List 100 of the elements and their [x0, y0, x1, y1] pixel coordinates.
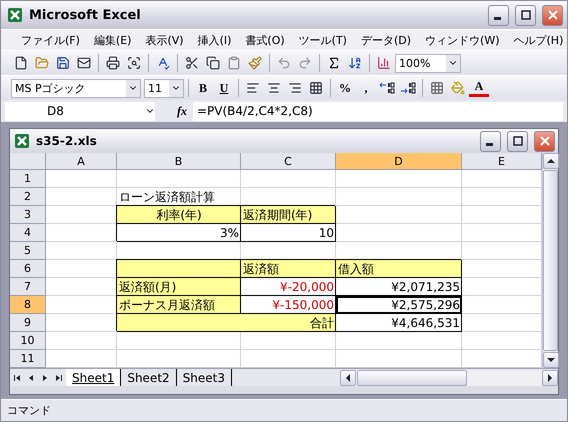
column-header[interactable]: C — [241, 153, 336, 170]
table-cell[interactable] — [462, 278, 542, 296]
table-cell[interactable] — [462, 296, 542, 314]
table-cell[interactable]: ¥-20,000 — [241, 278, 336, 296]
row-header[interactable]: 7 — [10, 278, 46, 296]
row-header[interactable]: 5 — [10, 242, 46, 260]
name-box[interactable]: D8 — [5, 102, 155, 120]
table-cell[interactable] — [462, 332, 542, 350]
horizontal-scrollbar[interactable] — [340, 370, 558, 386]
menu-item[interactable]: 書式(O) — [239, 30, 291, 50]
table-cell[interactable] — [462, 224, 542, 242]
table-cell[interactable] — [46, 206, 117, 224]
table-cell[interactable] — [46, 188, 117, 206]
row-header[interactable]: 3 — [10, 206, 46, 224]
zoom-dropdown[interactable]: 100% — [395, 54, 461, 72]
table-cell[interactable] — [46, 260, 117, 278]
table-cell[interactable] — [46, 314, 117, 332]
menu-item[interactable]: ヘルプ(H) — [508, 30, 567, 50]
table-cell[interactable] — [336, 242, 462, 260]
row-header[interactable]: 2 — [10, 188, 46, 206]
table-cell[interactable] — [462, 260, 542, 278]
table-cell[interactable] — [241, 188, 336, 206]
table-cell[interactable] — [336, 188, 462, 206]
row-header[interactable]: 6 — [10, 260, 46, 278]
underline-button[interactable]: U — [214, 78, 234, 98]
table-cell[interactable] — [117, 332, 241, 350]
menu-item[interactable]: 表示(V) — [139, 30, 190, 50]
font-size-dropdown[interactable]: 11 — [144, 78, 184, 98]
row-header[interactable]: 10 — [10, 332, 46, 350]
sheet-tab[interactable]: Sheet2 — [121, 369, 177, 386]
row-header[interactable]: 4 — [10, 224, 46, 242]
table-cell[interactable] — [336, 332, 462, 350]
menu-item[interactable]: ウィンドウ(W) — [419, 30, 506, 50]
table-cell[interactable] — [462, 242, 542, 260]
table-cell[interactable] — [241, 170, 336, 188]
table-cell[interactable] — [336, 170, 462, 188]
menu-item[interactable]: データ(D) — [354, 30, 418, 50]
table-cell[interactable] — [241, 242, 336, 260]
table-cell[interactable]: 返済額(月) — [117, 278, 241, 296]
column-header[interactable]: D — [336, 153, 462, 170]
row-header[interactable]: 9 — [10, 314, 46, 332]
table-cell[interactable] — [462, 350, 542, 368]
table-cell[interactable] — [46, 170, 117, 188]
font-dropdown[interactable]: MS Pゴシック — [11, 78, 141, 98]
scroll-down-icon[interactable] — [543, 352, 559, 368]
table-cell[interactable] — [117, 242, 241, 260]
sheet-tab[interactable]: Sheet1 — [66, 369, 122, 386]
table-cell[interactable] — [462, 170, 542, 188]
vertical-scrollbar[interactable] — [542, 153, 558, 368]
table-cell[interactable]: ローン返済額計算 — [117, 188, 241, 206]
maximize-button[interactable] — [515, 4, 536, 26]
menu-item[interactable]: ツール(T) — [292, 30, 353, 50]
minimize-button[interactable] — [488, 4, 509, 26]
table-cell[interactable] — [117, 260, 241, 278]
bold-button[interactable]: B — [193, 78, 213, 98]
table-cell[interactable] — [241, 350, 336, 368]
table-cell[interactable]: 3% — [117, 224, 241, 242]
table-cell[interactable]: ボーナス月返済額 — [117, 296, 241, 314]
table-cell[interactable] — [117, 350, 241, 368]
table-cell[interactable] — [462, 188, 542, 206]
table-cell[interactable] — [46, 224, 117, 242]
table-cell[interactable]: 利率(年) — [117, 206, 241, 224]
table-cell[interactable] — [336, 224, 462, 242]
table-cell[interactable] — [241, 332, 336, 350]
close-button[interactable] — [542, 4, 563, 26]
column-header[interactable]: A — [46, 153, 117, 170]
close-button[interactable] — [534, 130, 555, 152]
percent-button[interactable]: % — [335, 78, 355, 98]
table-cell[interactable] — [46, 332, 117, 350]
table-cell[interactable] — [462, 206, 542, 224]
table-cell[interactable] — [117, 170, 241, 188]
menu-item[interactable]: ファイル(F) — [15, 30, 86, 50]
table-cell[interactable] — [336, 350, 462, 368]
row-header[interactable]: 8 — [10, 296, 46, 314]
column-header[interactable]: B — [117, 153, 241, 170]
scroll-thumb[interactable] — [543, 170, 558, 351]
scroll-left-icon[interactable] — [340, 370, 356, 386]
comma-button[interactable]: , — [356, 78, 376, 98]
sheet-tab[interactable]: Sheet3 — [176, 369, 232, 386]
table-cell[interactable] — [46, 296, 117, 314]
menu-item[interactable]: 編集(E) — [88, 30, 138, 50]
table-cell[interactable] — [46, 242, 117, 260]
table-cell[interactable]: ¥2,071,235 — [336, 278, 462, 296]
maximize-button[interactable] — [507, 130, 528, 152]
scroll-thumb[interactable] — [357, 370, 467, 386]
column-header[interactable]: E — [462, 153, 542, 170]
table-cell[interactable]: 10 — [241, 224, 336, 242]
font-color-button[interactable]: A — [469, 79, 489, 97]
row-header[interactable]: 11 — [10, 350, 46, 368]
table-cell[interactable]: ¥-150,000 — [241, 296, 336, 314]
selected-cell[interactable]: ¥2,575,296 — [336, 296, 462, 314]
scroll-right-icon[interactable] — [542, 370, 558, 386]
scroll-up-icon[interactable] — [543, 153, 559, 169]
table-cell[interactable] — [462, 314, 542, 332]
table-cell[interactable] — [46, 278, 117, 296]
menu-item[interactable]: 挿入(I) — [192, 30, 238, 50]
minimize-button[interactable] — [480, 130, 501, 152]
table-cell[interactable] — [46, 350, 117, 368]
table-cell[interactable]: 返済期間(年) — [241, 206, 336, 224]
table-cell[interactable]: 借入額 — [336, 260, 462, 278]
